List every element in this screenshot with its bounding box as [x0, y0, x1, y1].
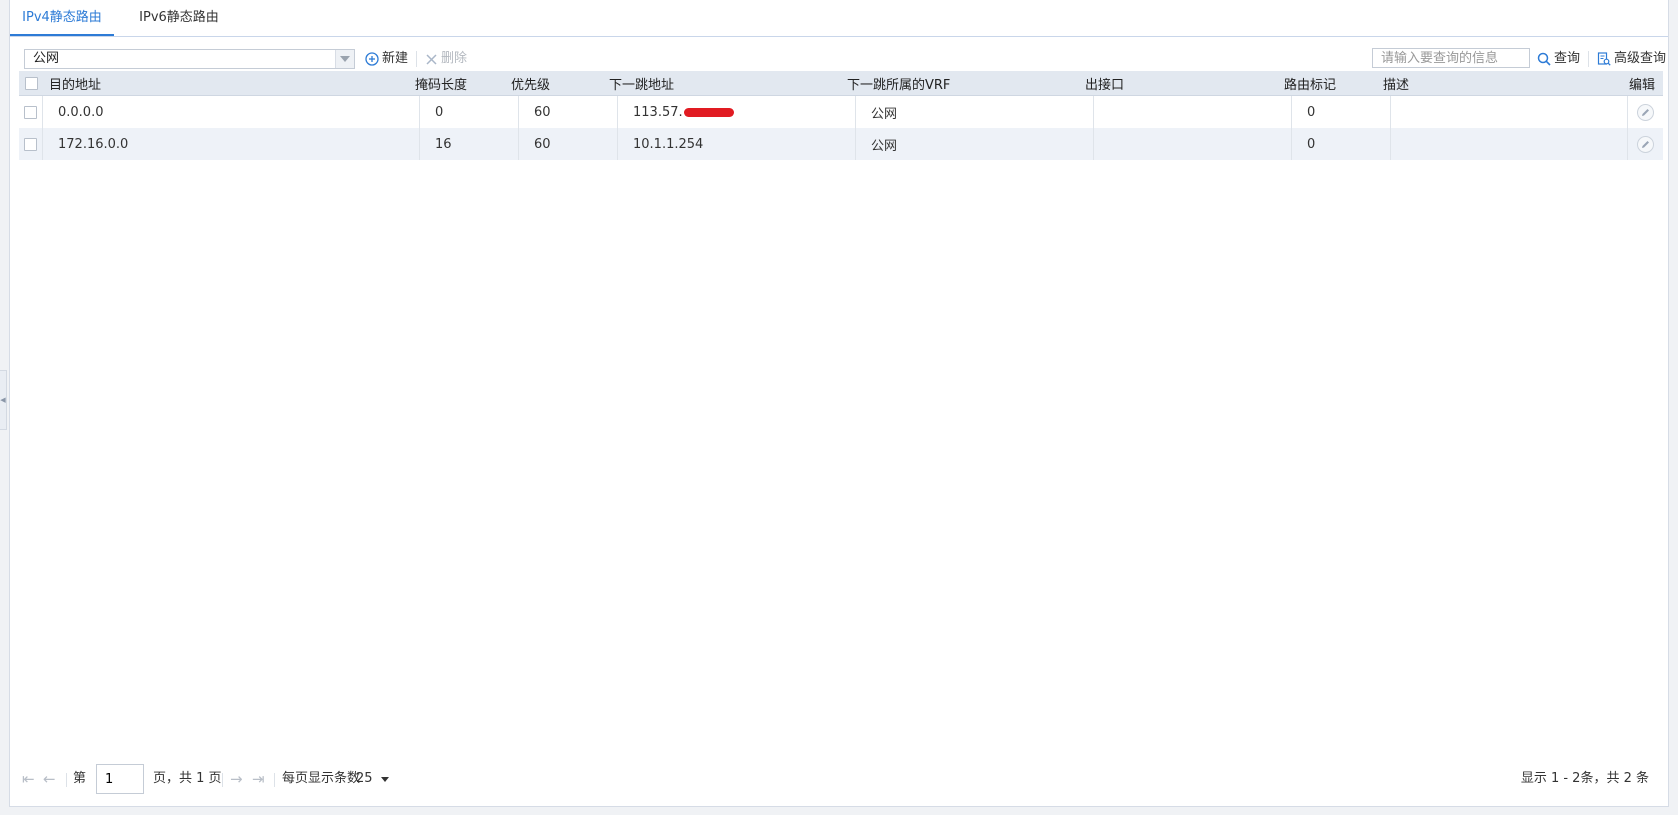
- table-row[interactable]: 172.16.0.0 16 60 10.1.1.254 公网 0: [19, 128, 1663, 160]
- select-all-checkbox[interactable]: [24, 76, 38, 90]
- advanced-search-icon: [1597, 52, 1611, 66]
- search-input[interactable]: [1372, 48, 1530, 68]
- row-checkbox[interactable]: [24, 137, 37, 151]
- cell-edit: [1628, 96, 1663, 128]
- chevron-down-icon[interactable]: [335, 50, 354, 68]
- table-header: 目的地址 掩码长度 优先级 下一跳地址 下一跳所属的VRF 出接口 路由标记 描…: [19, 71, 1663, 96]
- column-header-tag[interactable]: 路由标记: [1284, 71, 1336, 95]
- query-button[interactable]: 查询: [1537, 49, 1580, 69]
- cell-vrf: 公网: [856, 96, 1094, 128]
- query-button-label: 查询: [1554, 51, 1581, 66]
- page-size-select[interactable]: 25: [356, 771, 389, 787]
- pagination-bar: ⇤ ← 第 页，共 1 页 → ⇥ 每页显示条数 25 显示 1 - 2条，共 …: [10, 763, 1668, 795]
- search-icon: [1537, 52, 1551, 66]
- table-row[interactable]: 0.0.0.0 0 60 113.57. 公网 0: [19, 96, 1663, 128]
- cell-edit: [1628, 128, 1663, 160]
- page-size-label: 每页显示条数: [282, 771, 361, 786]
- toolbar-divider: [416, 51, 417, 67]
- row-checkbox[interactable]: [24, 105, 37, 119]
- cell-dest: 172.16.0.0: [43, 128, 420, 160]
- route-table: 目的地址 掩码长度 优先级 下一跳地址 下一跳所属的VRF 出接口 路由标记 描…: [19, 71, 1663, 160]
- header-select-all-cell: [19, 71, 43, 95]
- cell-desc: [1391, 96, 1628, 128]
- column-header-edit: 编辑: [1629, 77, 1656, 93]
- edit-button[interactable]: [1637, 103, 1654, 121]
- column-header-iface[interactable]: 出接口: [1085, 71, 1124, 95]
- tab-ipv4-static-route[interactable]: IPv4静态路由: [10, 0, 114, 36]
- page-size-value: 25: [356, 771, 373, 786]
- chevron-down-icon: [380, 776, 389, 782]
- tab-bar: IPv4静态路由 IPv6静态路由: [10, 0, 1668, 37]
- page-number-input[interactable]: [96, 764, 144, 794]
- cell-iface: [1094, 96, 1292, 128]
- cell-mask: 0: [420, 96, 519, 128]
- cell-tag: 0: [1292, 128, 1391, 160]
- cell-nexthop: 10.1.1.254: [618, 128, 856, 160]
- page-total-label: 页，共 1 页: [153, 771, 222, 786]
- pencil-icon: [1642, 140, 1649, 148]
- toolbar-divider: [1588, 51, 1589, 67]
- row-checkbox-cell: [19, 128, 43, 160]
- vrf-select[interactable]: 公网: [24, 49, 355, 69]
- column-header-dest[interactable]: 目的地址: [49, 71, 101, 95]
- record-summary: 显示 1 - 2条，共 2 条: [1520, 771, 1649, 786]
- delete-button[interactable]: 删除: [425, 49, 467, 69]
- nexthop-text: 113.57.: [633, 104, 683, 120]
- column-header-nexthop[interactable]: 下一跳地址: [609, 71, 674, 95]
- static-route-panel: IPv4静态路由 IPv6静态路由 公网 新建 删除 请输入要查询的信息 查询 …: [9, 0, 1669, 807]
- toolbar: 公网 新建 删除 查询: [10, 47, 1668, 69]
- page-prefix-label: 第: [73, 771, 87, 786]
- sidebar-collapse-handle[interactable]: ◀: [0, 370, 7, 430]
- tab-ipv6-static-route[interactable]: IPv6静态路由: [127, 0, 231, 36]
- vrf-select-value: 公网: [33, 51, 60, 66]
- redaction-mark: [683, 107, 734, 117]
- cell-dest: 0.0.0.0: [43, 96, 420, 128]
- edit-button[interactable]: [1637, 135, 1654, 153]
- prev-page-icon[interactable]: ←: [43, 771, 56, 787]
- close-icon: [426, 53, 437, 65]
- column-header-desc[interactable]: 描述: [1383, 71, 1409, 95]
- pencil-icon: [1642, 108, 1649, 116]
- pager-divider: [222, 773, 223, 787]
- next-page-icon[interactable]: →: [230, 771, 243, 787]
- cell-vrf: 公网: [856, 128, 1094, 160]
- cell-iface: [1094, 128, 1292, 160]
- last-page-icon[interactable]: ⇥: [252, 771, 265, 787]
- advanced-query-label: 高级查询: [1614, 51, 1667, 66]
- delete-button-label: 删除: [441, 51, 468, 66]
- cell-tag: 0: [1292, 96, 1391, 128]
- pager-divider: [274, 773, 275, 787]
- cell-priority: 60: [519, 96, 618, 128]
- column-header-priority[interactable]: 优先级: [511, 71, 550, 95]
- new-button[interactable]: 新建: [365, 49, 408, 69]
- new-button-label: 新建: [382, 51, 409, 66]
- column-header-mask[interactable]: 掩码长度: [415, 71, 467, 95]
- column-header-vrf[interactable]: 下一跳所属的VRF: [847, 71, 950, 95]
- plus-circle-icon: [365, 52, 379, 66]
- cell-desc: [1391, 128, 1628, 160]
- cell-priority: 60: [519, 128, 618, 160]
- pager-divider: [66, 773, 67, 787]
- advanced-query-button[interactable]: 高级查询: [1597, 49, 1666, 69]
- first-page-icon[interactable]: ⇤: [22, 771, 35, 787]
- cell-mask: 16: [420, 128, 519, 160]
- cell-nexthop: 113.57.: [618, 96, 856, 128]
- row-checkbox-cell: [19, 96, 43, 128]
